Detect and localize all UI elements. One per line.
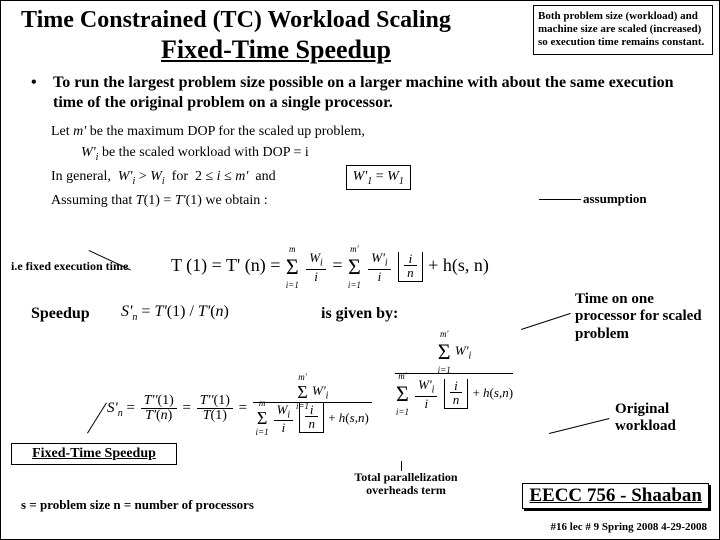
- bigsum-top2: m': [398, 371, 406, 381]
- scaling-note-box: Both problem size (workload) and machine…: [533, 5, 713, 55]
- slide-meta-footer: #16 lec # 9 Spring 2008 4-29-2008: [551, 521, 707, 533]
- equation-speedup-def: S'n = T'(1) / T'(n): [121, 303, 229, 323]
- bullet-dot: •: [31, 73, 49, 93]
- fts-pointer: [87, 402, 108, 434]
- deriv-l1c: be the maximum DOP for the scaled up pro…: [86, 124, 365, 139]
- fixed-time-speedup-box: Fixed-Time Speedup: [11, 443, 177, 465]
- original-workload-label: Original workload: [615, 401, 715, 434]
- deriv-l2a: W': [81, 145, 96, 160]
- boxed-w1: W'1 = W1: [346, 165, 411, 190]
- equation-speedup-full: S'n = T''(1)T'(n) = T''(1)T(1) = Σm'i=1 …: [107, 383, 374, 434]
- sum1-top: m: [289, 244, 296, 254]
- deriv-l3: In general, W'i > Wi for 2 ≤ i ≤ m' and: [51, 169, 276, 184]
- speedup-label: Speedup: [31, 305, 90, 323]
- overheads-label: Total parallelization overheads term: [331, 471, 481, 497]
- slide: Time Constrained (TC) Workload Scaling F…: [0, 0, 720, 540]
- s-n-definitions: s = problem size n = number of processor…: [21, 497, 254, 513]
- time-on-one-proc-label: Time on one processor for scaled problem: [575, 291, 709, 343]
- sum-icon: Σm'i=1: [348, 254, 361, 280]
- title-line-2: Fixed-Time Speedup: [161, 35, 391, 65]
- course-footer: EECC 756 - Shaaban: [522, 483, 709, 509]
- deriv-l4: Assuming that T(1) = T'(1) we obtain :: [51, 193, 268, 208]
- eq-t1-lhs: T (1) = T' (n) =: [171, 255, 280, 275]
- is-given-by-label: is given by:: [321, 305, 398, 323]
- time-on-one-pointer: [521, 313, 571, 331]
- deriv-l1b: m': [73, 124, 86, 139]
- sum2-top: m': [350, 244, 358, 254]
- assumption-pointer: [539, 199, 581, 201]
- fixed-exec-time-pointer: [81, 250, 131, 287]
- derivation-block: Let m' be the maximum DOP for the scaled…: [51, 121, 411, 211]
- numerator-sum: Σm'i=1 W'i Σm'i=1 W'ii in + h(s,n): [395, 339, 513, 410]
- deriv-l2b: be the scaled workload with DOP = i: [98, 145, 308, 160]
- bigsum-top: m': [440, 329, 448, 339]
- assumption-label: assumption: [583, 191, 647, 207]
- original-workload-pointer: [549, 418, 610, 435]
- sum2-bot: i=1: [348, 280, 361, 290]
- bigsum-bot2: i=1: [396, 407, 409, 417]
- title-line-1: Time Constrained (TC) Workload Scaling: [21, 7, 451, 34]
- bigsum-bot: i=1: [438, 365, 451, 375]
- main-bullet: • To run the largest problem size possib…: [31, 73, 703, 113]
- plus-h: + h(s, n): [428, 255, 489, 275]
- sum-icon: Σmi=1: [286, 254, 299, 280]
- bullet-text: To run the largest problem size possible…: [53, 73, 703, 113]
- sum1-bot: i=1: [286, 280, 299, 290]
- deriv-l1a: Let: [51, 124, 73, 139]
- equation-t1: T (1) = T' (n) = Σmi=1 Wii = Σm'i=1 W'ii…: [171, 251, 489, 283]
